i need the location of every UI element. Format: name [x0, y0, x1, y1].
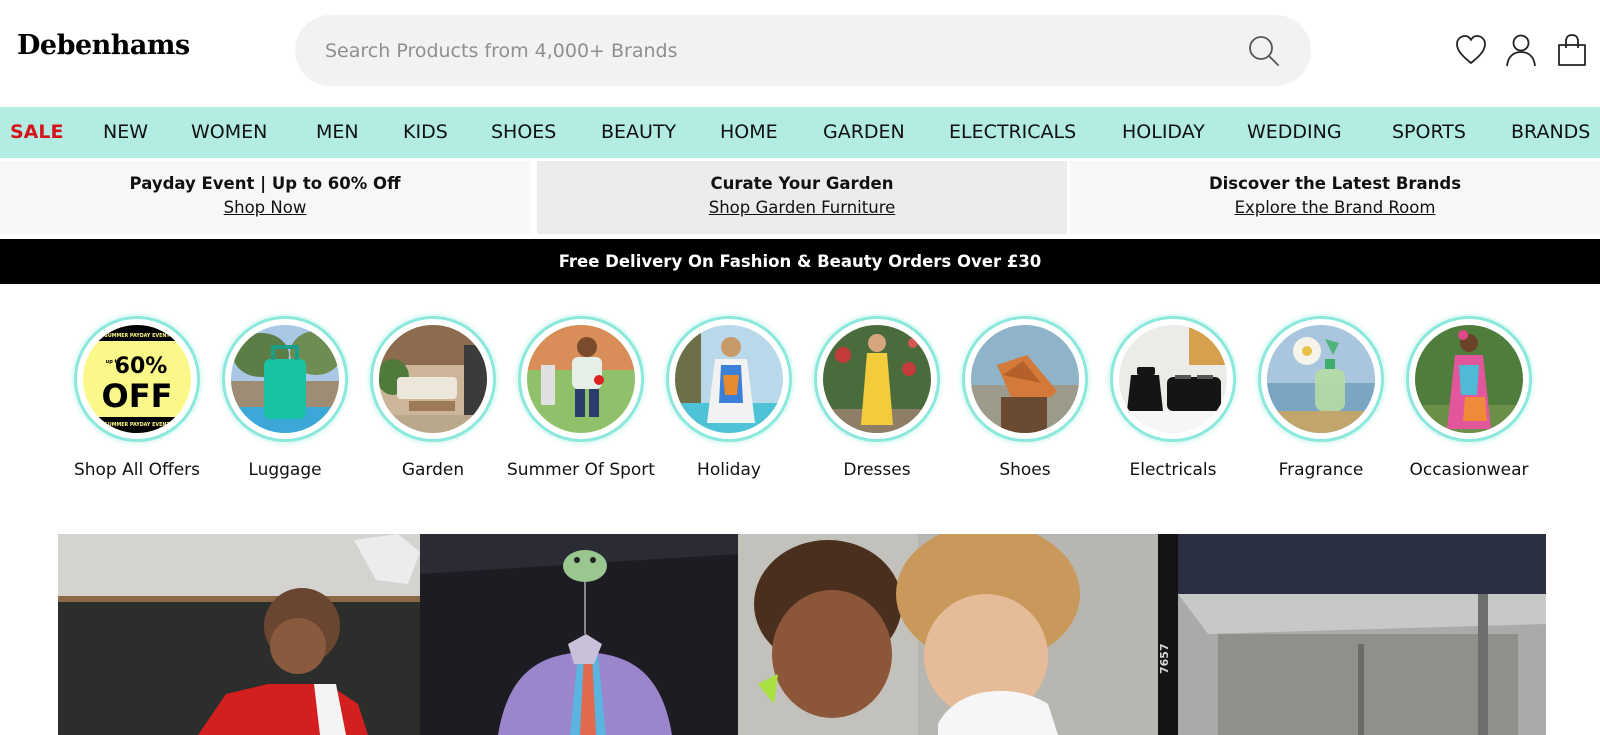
category-fragrance[interactable]: Fragrance	[1247, 316, 1395, 483]
promo-link[interactable]: Shop Garden Furniture	[709, 198, 896, 217]
category-garden[interactable]: Garden	[359, 316, 507, 483]
luggage-image	[231, 325, 339, 433]
category-ring	[1110, 316, 1236, 442]
promo-title: Payday Event | Up to 60% Off	[129, 174, 401, 193]
category-label: Shop All Offers	[73, 460, 201, 480]
badge-percent-text: 60%	[115, 354, 168, 379]
category-luggage[interactable]: Luggage	[211, 316, 359, 483]
category-ring: SUMMER PAYDAY EVENT SUMMER PAYDAY EVENT …	[74, 316, 200, 442]
shoes-image	[971, 325, 1079, 433]
search-bar	[295, 15, 1311, 86]
badge-bottom-text: SUMMER PAYDAY EVENT	[104, 422, 170, 428]
category-ring	[962, 316, 1088, 442]
garden-image	[379, 325, 487, 433]
nav-item-men[interactable]: MEN	[316, 107, 359, 158]
promo-garden: Curate Your Garden Shop Garden Furniture	[537, 161, 1067, 234]
nav-item-sale[interactable]: SALE	[10, 107, 63, 158]
category-label: Fragrance	[1278, 460, 1364, 480]
nav-item-brands[interactable]: BRANDS	[1511, 107, 1590, 158]
nav-item-garden[interactable]: GARDEN	[823, 107, 905, 158]
badge-top-text: SUMMER PAYDAY EVENT	[104, 333, 170, 339]
badge-off-text: OFF	[102, 377, 173, 415]
main-nav: SALE NEW WOMEN MEN KIDS SHOES BEAUTY HOM…	[0, 107, 1600, 158]
bag-icon[interactable]	[1556, 33, 1588, 67]
nav-item-new[interactable]: NEW	[103, 107, 148, 158]
electricals-image	[1119, 325, 1227, 433]
category-dresses[interactable]: Dresses	[803, 316, 951, 483]
user-icon[interactable]	[1505, 33, 1537, 67]
sport-image	[527, 325, 635, 433]
category-label: Holiday	[697, 460, 761, 480]
category-label: Shoes	[999, 460, 1051, 480]
promo-link[interactable]: Shop Now	[224, 198, 307, 217]
nav-item-beauty[interactable]: BEAUTY	[601, 107, 676, 158]
category-label: Electricals	[1129, 460, 1217, 480]
promo-link[interactable]: Explore the Brand Room	[1235, 198, 1436, 217]
search-icon[interactable]	[1247, 34, 1281, 68]
nav-item-electricals[interactable]: ELECTRICALS	[949, 107, 1076, 158]
search-input[interactable]	[325, 15, 1205, 86]
heart-icon[interactable]	[1455, 33, 1487, 67]
category-ring	[814, 316, 940, 442]
dresses-image	[823, 325, 931, 433]
nav-item-sports[interactable]: SPORTS	[1392, 107, 1466, 158]
category-holiday[interactable]: Holiday	[655, 316, 803, 483]
category-label: Occasionwear	[1409, 460, 1529, 480]
category-shop-all-offers[interactable]: SUMMER PAYDAY EVENT SUMMER PAYDAY EVENT …	[63, 316, 211, 483]
category-electricals[interactable]: Electricals	[1099, 316, 1247, 483]
category-label: Garden	[401, 460, 465, 480]
site-logo[interactable]: Debenhams	[17, 30, 190, 61]
category-ring	[222, 316, 348, 442]
category-label: Summer Of Sport	[507, 460, 655, 480]
nav-item-holiday[interactable]: HOLIDAY	[1122, 107, 1205, 158]
nav-item-kids[interactable]: KIDS	[403, 107, 448, 158]
holiday-image	[675, 325, 783, 433]
category-shoes[interactable]: Shoes	[951, 316, 1099, 483]
occasionwear-image	[1415, 325, 1523, 433]
fragrance-image	[1267, 325, 1375, 433]
category-occasionwear[interactable]: Occasionwear	[1395, 316, 1543, 483]
promo-brands: Discover the Latest Brands Explore the B…	[1070, 161, 1600, 234]
category-label: Luggage	[248, 460, 322, 480]
category-summer-of-sport[interactable]: Summer Of Sport	[507, 316, 655, 483]
category-ring	[370, 316, 496, 442]
nav-item-home[interactable]: HOME	[720, 107, 778, 158]
category-label: Dresses	[843, 460, 911, 480]
category-ring	[518, 316, 644, 442]
nav-item-shoes[interactable]: SHOES	[491, 107, 556, 158]
promo-payday: Payday Event | Up to 60% Off Shop Now	[0, 161, 530, 234]
category-ring	[1406, 316, 1532, 442]
hero-image: 7657	[58, 534, 1546, 735]
category-ring	[1258, 316, 1384, 442]
nav-item-wedding[interactable]: WEDDING	[1247, 107, 1342, 158]
category-ring	[666, 316, 792, 442]
site-header: Debenhams	[0, 0, 1600, 106]
offer-badge-image: SUMMER PAYDAY EVENT SUMMER PAYDAY EVENT …	[83, 325, 191, 433]
nav-item-women[interactable]: WOMEN	[191, 107, 267, 158]
promo-title: Discover the Latest Brands	[1208, 174, 1462, 193]
locker-number: 7657	[1158, 643, 1171, 674]
promo-title: Curate Your Garden	[710, 174, 894, 193]
delivery-banner: Free Delivery On Fashion & Beauty Orders…	[0, 239, 1600, 284]
hero-banner[interactable]: 7657	[58, 534, 1546, 735]
